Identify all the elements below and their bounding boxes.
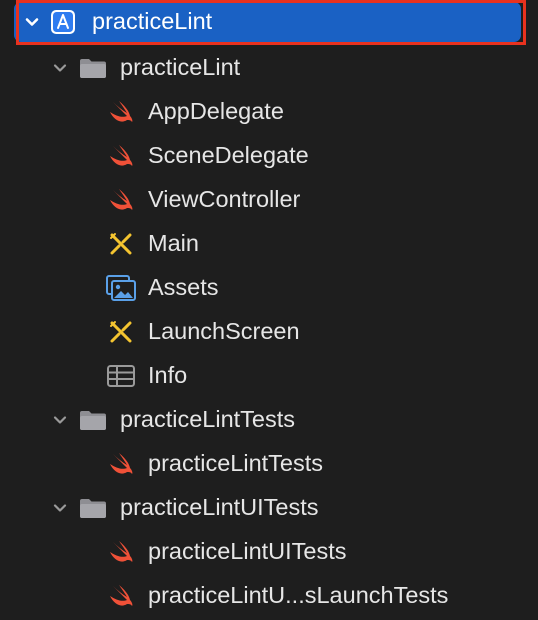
file-label: practiceLintU...sLaunchTests — [148, 582, 449, 609]
plist-icon — [106, 364, 136, 388]
file-label: Assets — [148, 274, 219, 301]
file-label: Info — [148, 362, 188, 389]
group-label: practiceLintTests — [120, 406, 296, 433]
file-label: AppDelegate — [148, 98, 284, 125]
file-row-assets[interactable]: Assets — [0, 266, 538, 310]
folder-icon — [78, 408, 108, 432]
group-row-practicelinttests[interactable]: practiceLintTests — [0, 398, 538, 442]
project-label: practiceLint — [92, 8, 213, 35]
file-row-practicelinttests[interactable]: practiceLintTests — [0, 442, 538, 486]
swift-icon — [107, 98, 135, 126]
file-row-info[interactable]: Info — [0, 354, 538, 398]
chevron-down-icon[interactable] — [52, 412, 68, 428]
file-row-viewcontroller[interactable]: ViewController — [0, 178, 538, 222]
file-label: LaunchScreen — [148, 318, 300, 345]
project-navigator: practiceLint practiceLint AppDelegate Sc… — [0, 0, 538, 620]
project-row-practicelint[interactable]: practiceLint — [14, 2, 521, 42]
swift-icon — [107, 186, 135, 214]
file-label: SceneDelegate — [148, 142, 309, 169]
group-row-practicelintuitests[interactable]: practiceLintUITests — [0, 486, 538, 530]
swift-icon — [107, 450, 135, 478]
swift-icon — [107, 538, 135, 566]
group-label: practiceLintUITests — [120, 494, 319, 521]
storyboard-icon — [108, 319, 134, 345]
file-label: practiceLintUITests — [148, 538, 347, 565]
chevron-down-icon[interactable] — [52, 60, 68, 76]
file-row-practicelintuitests[interactable]: practiceLintUITests — [0, 530, 538, 574]
chevron-down-icon[interactable] — [24, 14, 40, 30]
file-label: ViewController — [148, 186, 301, 213]
group-row-practicelint[interactable]: practiceLint — [0, 46, 538, 90]
file-row-practicelintuitestslaunchtests[interactable]: practiceLintU...sLaunchTests — [0, 574, 538, 618]
group-label: practiceLint — [120, 54, 241, 81]
swift-icon — [107, 582, 135, 610]
folder-icon — [78, 496, 108, 520]
file-row-appdelegate[interactable]: AppDelegate — [0, 90, 538, 134]
swift-icon — [107, 142, 135, 170]
file-row-main[interactable]: Main — [0, 222, 538, 266]
chevron-down-icon[interactable] — [52, 500, 68, 516]
file-label: practiceLintTests — [148, 450, 324, 477]
folder-icon — [78, 56, 108, 80]
file-row-scenedelegate[interactable]: SceneDelegate — [0, 134, 538, 178]
file-row-launchscreen[interactable]: LaunchScreen — [0, 310, 538, 354]
asset-catalog-icon — [105, 274, 137, 302]
xcode-project-icon — [50, 9, 76, 35]
storyboard-icon — [108, 231, 134, 257]
file-label: Main — [148, 230, 199, 257]
